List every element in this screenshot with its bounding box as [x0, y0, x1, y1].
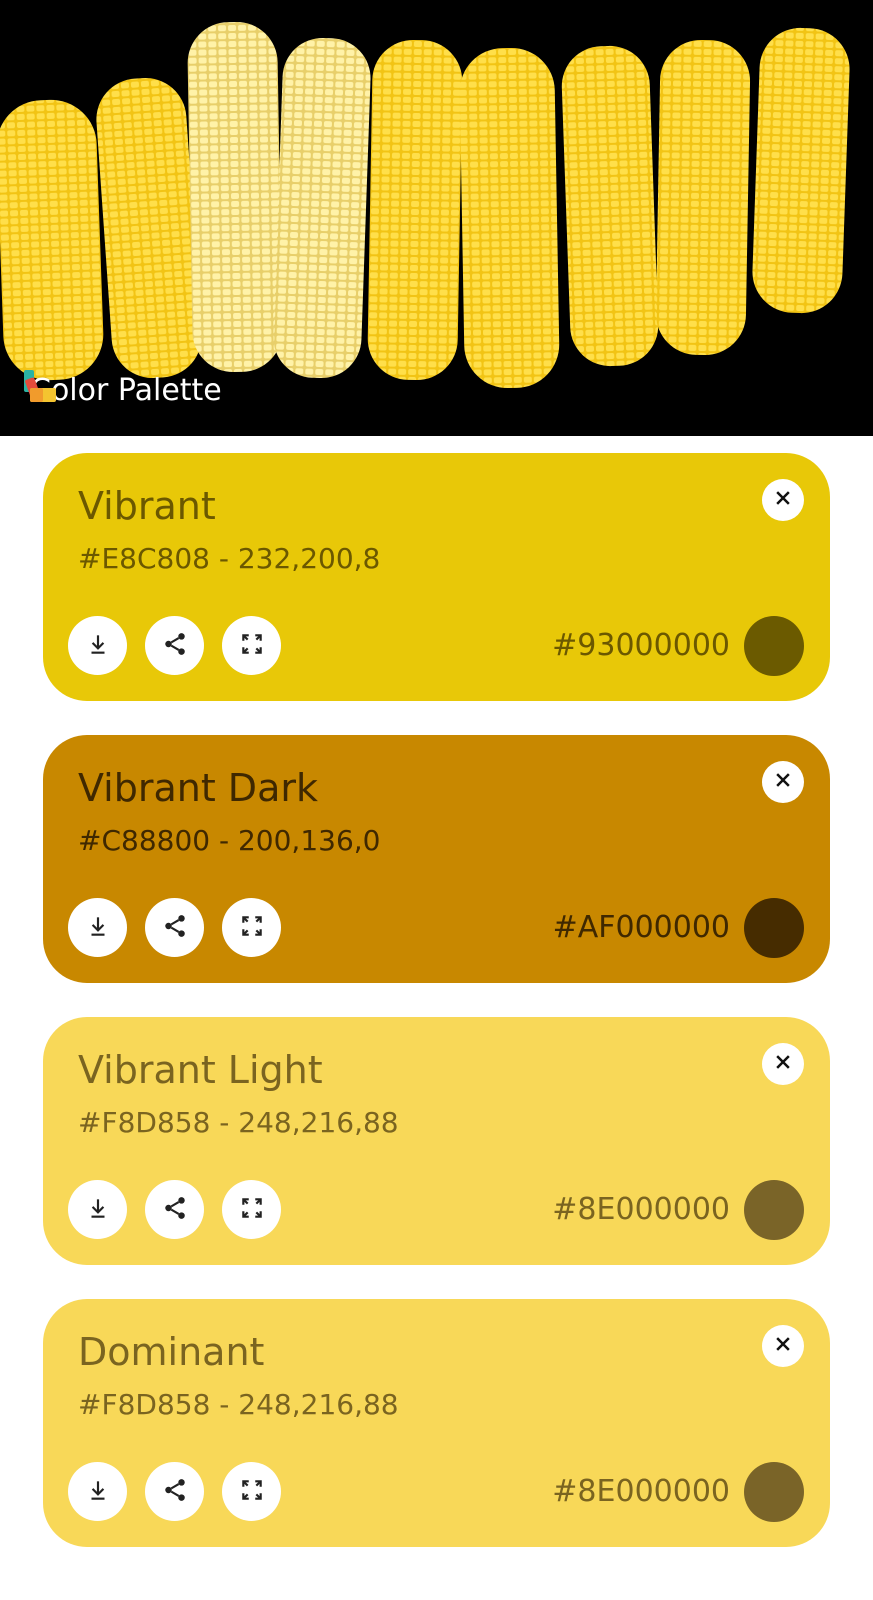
text-color-swatch[interactable] [744, 1462, 804, 1522]
card-actions [68, 1462, 281, 1521]
close-icon [773, 488, 793, 512]
text-color-row: #8E000000 [552, 1180, 804, 1240]
hero-image: Color Palette [0, 0, 873, 436]
share-icon [162, 631, 188, 661]
corn-ear [96, 77, 202, 379]
fullscreen-icon [239, 913, 265, 943]
color-card: Vibrant Dark #C88800 - 200,136,0 #AF0000… [43, 735, 830, 983]
fullscreen-button[interactable] [222, 616, 281, 675]
share-button[interactable] [145, 1462, 204, 1521]
color-name: Vibrant Light [78, 1048, 323, 1092]
text-color-hex: #AF000000 [552, 910, 730, 945]
fullscreen-button[interactable] [222, 1462, 281, 1521]
text-color-hex: #93000000 [552, 628, 730, 663]
color-name: Vibrant [78, 484, 216, 528]
download-icon [85, 1477, 111, 1507]
text-color-hex: #8E000000 [552, 1192, 730, 1227]
fullscreen-button[interactable] [222, 898, 281, 957]
share-icon [162, 1195, 188, 1225]
close-icon [773, 1052, 793, 1076]
fullscreen-icon [239, 1477, 265, 1507]
card-actions [68, 616, 281, 675]
share-icon [162, 913, 188, 943]
corn-ear [752, 27, 850, 314]
text-color-swatch[interactable] [744, 1180, 804, 1240]
text-color-row: #8E000000 [552, 1462, 804, 1522]
color-name: Dominant [78, 1330, 265, 1374]
download-button[interactable] [68, 1462, 127, 1521]
share-button[interactable] [145, 1180, 204, 1239]
corn-ear [561, 45, 659, 367]
text-color-row: #AF000000 [553, 898, 804, 958]
close-button[interactable] [762, 479, 804, 521]
share-button[interactable] [145, 616, 204, 675]
color-card: Dominant #F8D858 - 248,216,88 #8E000000 [43, 1299, 830, 1547]
color-code: #C88800 - 200,136,0 [78, 824, 381, 857]
corn-ear [273, 37, 371, 379]
color-card: Vibrant Light #F8D858 - 248,216,88 #8E00… [43, 1017, 830, 1265]
corn-ear [187, 21, 283, 373]
close-button[interactable] [762, 1325, 804, 1367]
close-icon [773, 1334, 793, 1358]
fullscreen-icon [239, 1195, 265, 1225]
download-icon [85, 631, 111, 661]
card-actions [68, 1180, 281, 1239]
download-button[interactable] [68, 616, 127, 675]
text-color-swatch[interactable] [744, 616, 804, 676]
corn-ear [367, 39, 463, 381]
color-name: Vibrant Dark [78, 766, 318, 810]
download-icon [85, 913, 111, 943]
download-icon [85, 1195, 111, 1225]
share-button[interactable] [145, 898, 204, 957]
text-color-swatch[interactable] [744, 898, 804, 958]
text-color-hex: #8E000000 [552, 1474, 730, 1509]
close-button[interactable] [762, 1043, 804, 1085]
share-icon [162, 1477, 188, 1507]
download-button[interactable] [68, 898, 127, 957]
close-button[interactable] [762, 761, 804, 803]
corn-ear [655, 39, 751, 356]
corn-ear [0, 99, 104, 381]
corn-ear [459, 47, 560, 389]
color-code: #F8D858 - 248,216,88 [78, 1106, 399, 1139]
fullscreen-button[interactable] [222, 1180, 281, 1239]
app-header: Color Palette [22, 368, 222, 412]
fullscreen-icon [239, 631, 265, 661]
download-button[interactable] [68, 1180, 127, 1239]
text-color-row: #93000000 [552, 616, 804, 676]
color-card: Vibrant #E8C808 - 232,200,8 #93000000 [43, 453, 830, 701]
color-code: #E8C808 - 232,200,8 [78, 542, 381, 575]
close-icon [773, 770, 793, 794]
card-actions [68, 898, 281, 957]
color-code: #F8D858 - 248,216,88 [78, 1388, 399, 1421]
